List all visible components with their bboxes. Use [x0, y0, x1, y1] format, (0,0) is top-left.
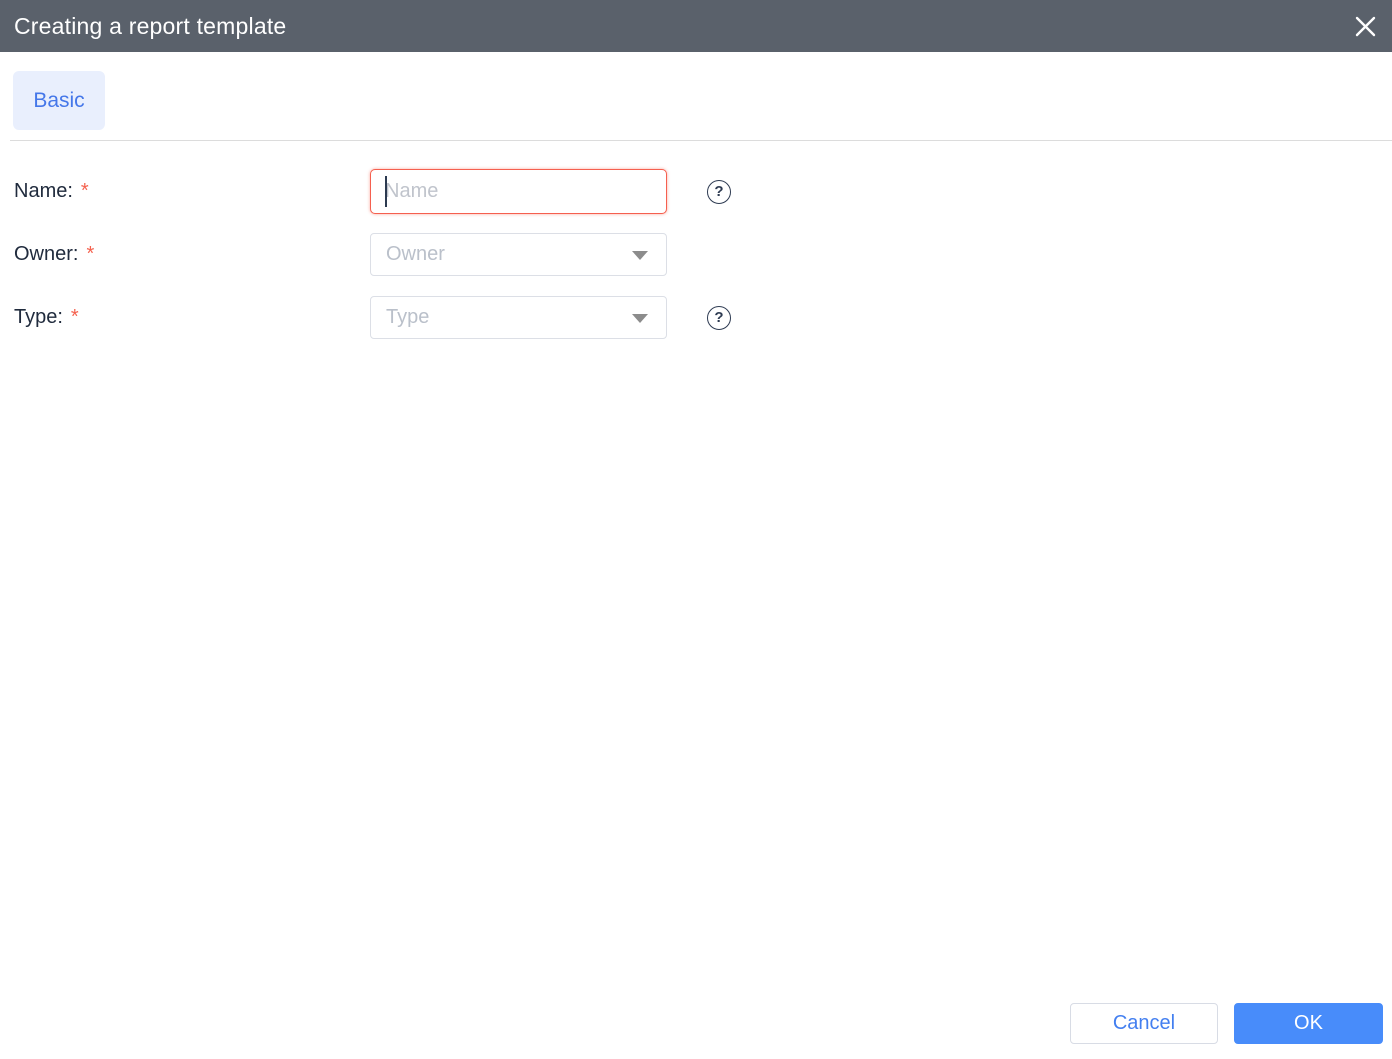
close-icon[interactable] — [1350, 11, 1380, 41]
owner-select-placeholder: Owner — [386, 243, 445, 265]
cancel-button-label: Cancel — [1112, 1012, 1176, 1034]
cancel-button[interactable]: Cancel — [1070, 1003, 1218, 1044]
owner-label: Owner: — [14, 243, 79, 265]
name-input-wrap — [370, 169, 667, 214]
name-help-icon[interactable]: ? — [707, 179, 731, 204]
form-row-type: Type: * Type ? — [0, 296, 1392, 339]
type-select[interactable]: Type — [370, 296, 667, 339]
dialog-title: Creating a report template — [14, 12, 287, 39]
name-input[interactable] — [370, 169, 667, 214]
help-glyph: ? — [714, 183, 724, 200]
type-select-placeholder: Type — [386, 306, 430, 328]
form-row-owner: Owner: * Owner — [0, 233, 1392, 276]
type-help-icon[interactable]: ? — [707, 305, 731, 330]
form-row-name: Name: * ? — [0, 169, 1392, 214]
name-label: Name: — [14, 180, 73, 202]
chevron-down-icon — [632, 250, 648, 260]
owner-select[interactable]: Owner — [370, 233, 667, 276]
chevron-down-icon — [632, 313, 648, 323]
type-required-asterisk: * — [70, 306, 79, 328]
type-label: Type: — [14, 306, 63, 328]
owner-label-wrap: Owner: * — [0, 243, 370, 266]
name-required-asterisk: * — [80, 180, 89, 202]
owner-required-asterisk: * — [86, 243, 95, 265]
help-glyph: ? — [714, 309, 724, 326]
dialog-header: Creating a report template — [0, 0, 1392, 52]
tab-basic[interactable]: Basic — [13, 71, 105, 130]
tab-divider — [10, 140, 1392, 141]
ok-button-label: OK — [1294, 1012, 1323, 1034]
name-label-wrap: Name: * — [0, 180, 370, 203]
ok-button[interactable]: OK — [1234, 1003, 1383, 1044]
type-label-wrap: Type: * — [0, 306, 370, 329]
tab-basic-label: Basic — [33, 88, 85, 112]
